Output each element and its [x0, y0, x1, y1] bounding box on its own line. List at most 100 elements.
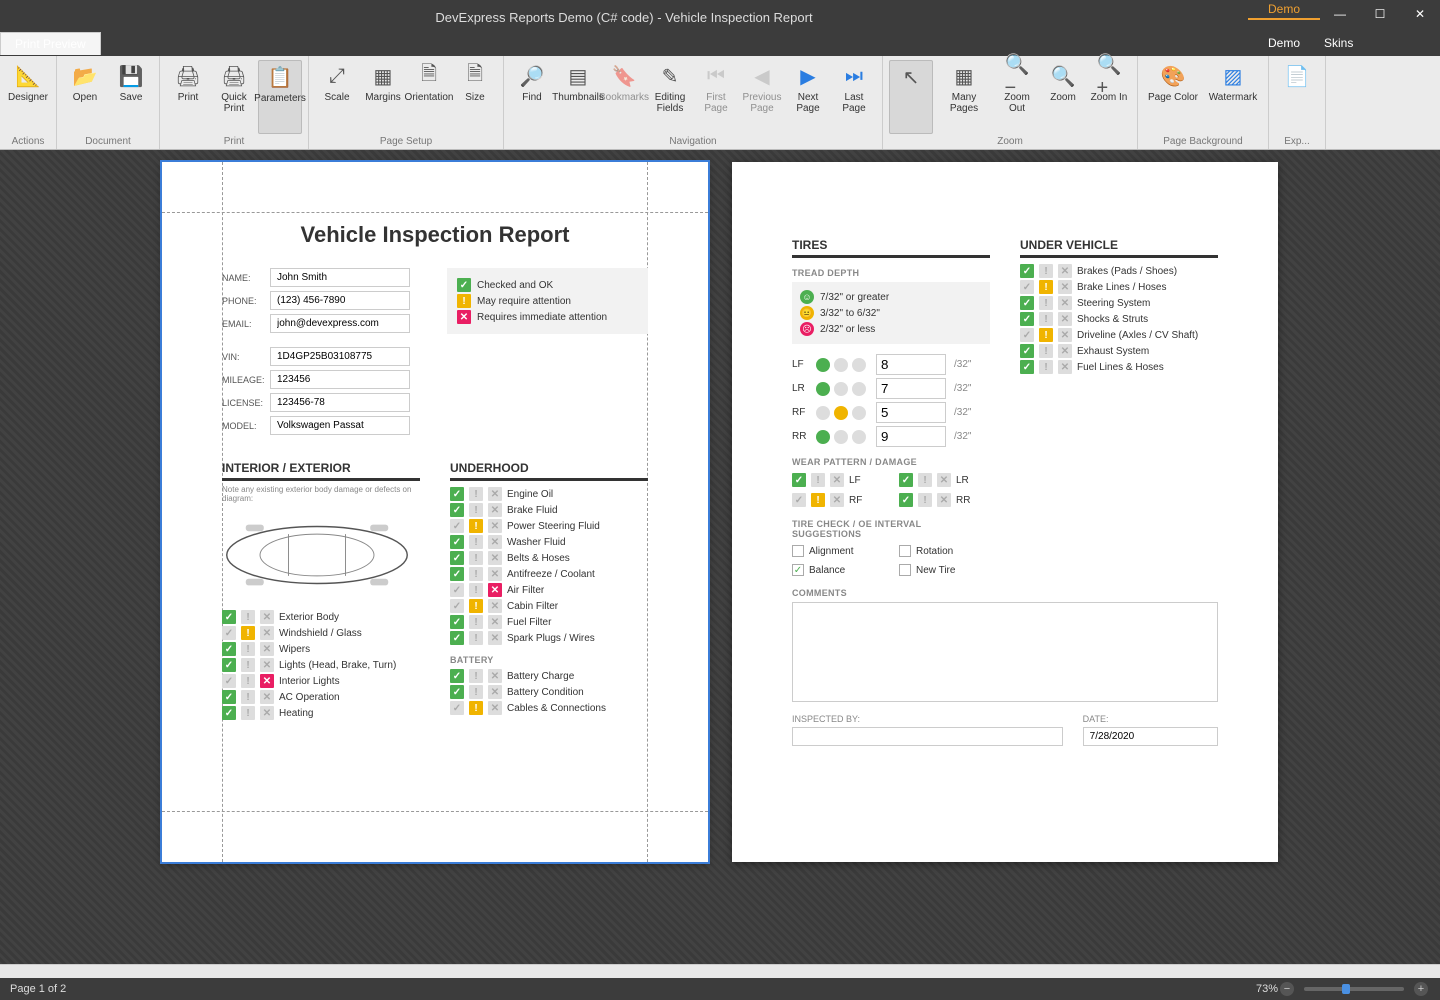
save-button[interactable]: 💾Save [109, 60, 153, 134]
first-page-icon: ⏮ [704, 64, 728, 88]
bookmarks-button: 🔖Bookmarks [602, 60, 646, 134]
many-pages-button[interactable]: ▦Many Pages [935, 60, 993, 134]
demo-tab[interactable]: Demo [1248, 0, 1320, 20]
check-row: Air Filter [450, 583, 648, 597]
scale-button[interactable]: ⤢Scale [315, 60, 359, 134]
check-row: Spark Plugs / Wires [450, 631, 648, 645]
next-page-icon: ▶ [796, 64, 820, 88]
export-icon: 📄 [1285, 64, 1309, 88]
zoom-in-button[interactable]: 🔍+Zoom In [1087, 60, 1131, 134]
zoom-in-icon: 🔍+ [1097, 64, 1121, 88]
orientation-button[interactable]: 🗎Orientation [407, 60, 451, 134]
field-phone[interactable] [270, 291, 410, 310]
previous-page-icon: ◀ [750, 64, 774, 88]
zoom-level: 73% [1256, 983, 1278, 995]
field-mileage[interactable] [270, 370, 410, 389]
minimize-button[interactable]: — [1320, 0, 1360, 28]
section-under-vehicle: UNDER VEHICLE [1020, 238, 1218, 258]
statusbar: Page 1 of 2 73% − + [0, 978, 1440, 1000]
tire-check-header: TIRE CHECK / OE INTERVAL SUGGESTIONS [792, 519, 990, 539]
document-canvas[interactable]: Vehicle Inspection Report NAME:PHONE:EMA… [0, 150, 1440, 978]
check-row: Interior Lights [222, 674, 420, 688]
open-icon: 📂 [73, 64, 97, 88]
quick-print-button[interactable]: 🖨Quick Print [212, 60, 256, 134]
bookmarks-icon: 🔖 [612, 64, 636, 88]
orientation-icon: 🗎 [417, 64, 441, 88]
last-page-icon: ⏭ [842, 64, 866, 88]
tire-rr-input[interactable] [876, 426, 946, 447]
section-tires: TIRES [792, 238, 990, 258]
margins-button[interactable]: ▦Margins [361, 60, 405, 134]
field-name[interactable] [270, 268, 410, 287]
last-page-button[interactable]: ⏭Last Page [832, 60, 876, 134]
size-icon: 🗎 [463, 64, 487, 88]
check-row: Exterior Body [222, 610, 420, 624]
zoom-out-button[interactable]: 🔍−Zoom Out [995, 60, 1039, 134]
page-2[interactable]: TIRES TREAD DEPTH ☺7/32" or greater😐3/32… [732, 162, 1278, 862]
close-button[interactable]: ✕ [1400, 0, 1440, 28]
check-row: Cables & Connections [450, 701, 648, 715]
pointer-icon: ↖ [899, 65, 923, 89]
inspected-by-input[interactable] [792, 727, 1063, 746]
horizontal-scrollbar[interactable] [0, 964, 1440, 978]
wear-pattern-header: WEAR PATTERN / DAMAGE [792, 457, 990, 467]
first-page-button: ⏮First Page [694, 60, 738, 134]
editing-fields-button[interactable]: ✎Editing Fields [648, 60, 692, 134]
page-indicator: Page 1 of 2 [10, 983, 66, 995]
tire-lf-input[interactable] [876, 354, 946, 375]
thumbnails-button[interactable]: ▤Thumbnails [556, 60, 600, 134]
check-row: Washer Fluid [450, 535, 648, 549]
zoom-in-button[interactable]: + [1414, 982, 1428, 996]
designer-button[interactable]: 📐Designer [6, 60, 50, 134]
date-input[interactable] [1083, 727, 1218, 746]
section-underhood: UNDERHOOD [450, 461, 648, 481]
many-pages-icon: ▦ [952, 64, 976, 88]
next-page-button[interactable]: ▶Next Page [786, 60, 830, 134]
page-color-icon: 🎨 [1161, 64, 1185, 88]
check-row: Brake Lines / Hoses [1020, 280, 1218, 294]
ribbon: 📐DesignerActions📂Open💾SaveDocument🖨Print… [0, 56, 1440, 150]
legend: Checked and OKMay require attentionRequi… [447, 268, 648, 334]
nav-tab-demo[interactable]: Demo [1268, 36, 1300, 50]
field-license[interactable] [270, 393, 410, 412]
watermark-button[interactable]: ▨Watermark [1204, 60, 1262, 134]
check-row: Brakes (Pads / Shoes) [1020, 264, 1218, 278]
parameters-button[interactable]: 📋Parameters [258, 60, 302, 134]
field-email[interactable] [270, 314, 410, 333]
print-button[interactable]: 🖨Print [166, 60, 210, 134]
field-vin[interactable] [270, 347, 410, 366]
tread-depth-header: TREAD DEPTH [792, 268, 990, 278]
zoom-slider[interactable] [1304, 987, 1404, 991]
check-row: Engine Oil [450, 487, 648, 501]
checkbox-balance[interactable]: ✓ [792, 564, 804, 576]
field-model[interactable] [270, 416, 410, 435]
open-button[interactable]: 📂Open [63, 60, 107, 134]
comments-label: COMMENTS [792, 588, 1218, 598]
check-row: Wipers [222, 642, 420, 656]
zoom-button[interactable]: 🔍Zoom [1041, 60, 1085, 134]
check-row: AC Operation [222, 690, 420, 704]
checkbox-new-tire[interactable] [899, 564, 911, 576]
nav-tab-skins[interactable]: Skins [1324, 36, 1353, 50]
tire-rf-input[interactable] [876, 402, 946, 423]
maximize-button[interactable]: ☐ [1360, 0, 1400, 28]
comments-box[interactable] [792, 602, 1218, 702]
page-color-button[interactable]: 🎨Page Color [1144, 60, 1202, 134]
check-row: Driveline (Axles / CV Shaft) [1020, 328, 1218, 342]
find-button[interactable]: 🔎Find [510, 60, 554, 134]
tab-print-preview[interactable]: Print Preview [0, 32, 101, 55]
tire-lr-input[interactable] [876, 378, 946, 399]
export-button[interactable]: 📄 [1275, 60, 1319, 134]
page-1[interactable]: Vehicle Inspection Report NAME:PHONE:EMA… [162, 162, 708, 862]
check-row: Windshield / Glass [222, 626, 420, 640]
size-button[interactable]: 🗎Size [453, 60, 497, 134]
checkbox-alignment[interactable] [792, 545, 804, 557]
quick-print-icon: 🖨 [222, 64, 246, 88]
check-row: Antifreeze / Coolant [450, 567, 648, 581]
titlebar: DevExpress Reports Demo (C# code) - Vehi… [0, 0, 1440, 56]
checkbox-rotation[interactable] [899, 545, 911, 557]
zoom-out-button[interactable]: − [1280, 982, 1294, 996]
pointer-button[interactable]: ↖ [889, 60, 933, 134]
date-label: DATE: [1083, 714, 1218, 724]
check-row: Belts & Hoses [450, 551, 648, 565]
